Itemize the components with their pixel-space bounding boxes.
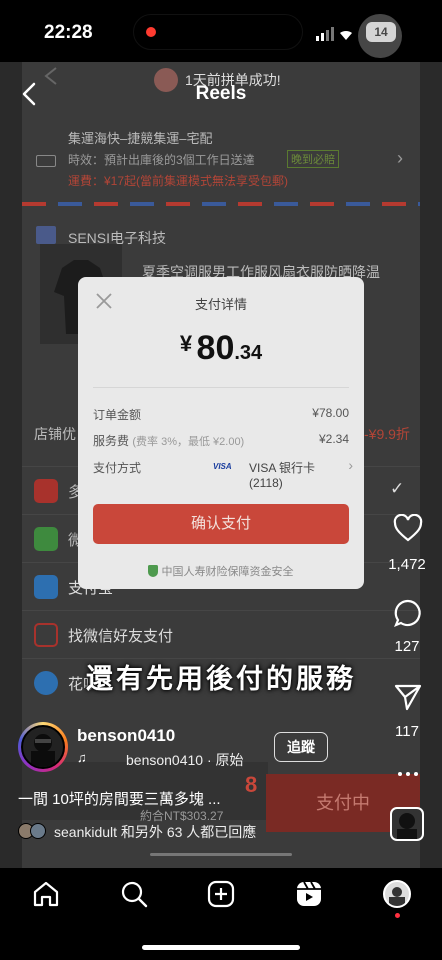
- profile-avatar-icon: [389, 887, 405, 906]
- pay-method-row: 找微信好友支付: [22, 610, 420, 658]
- comment-count: 127: [394, 638, 420, 655]
- divider: [93, 387, 349, 388]
- modal-title: 支付详情: [194, 297, 247, 312]
- shield-icon: [148, 565, 159, 577]
- heart-icon: [393, 513, 423, 542]
- share-count: 117: [395, 723, 419, 740]
- check-icon: ✓: [390, 479, 405, 498]
- send-icon: [394, 684, 422, 711]
- share-button[interactable]: [393, 682, 423, 712]
- late-compensation-badge: 晚到必賠: [287, 150, 339, 168]
- notification-dot: [395, 913, 400, 918]
- follow-button[interactable]: 追蹤: [274, 732, 328, 762]
- home-indicator: [142, 945, 300, 950]
- home-icon: [33, 881, 59, 907]
- like-count: 1,472: [388, 556, 426, 573]
- wechat-pay-icon: [34, 527, 58, 551]
- payment-details-modal: 支付详情 ¥ 80.34 订单金额 ¥78.00 服务费 (费率 3%，最低 ¥…: [78, 277, 364, 589]
- alipay-icon: [34, 575, 58, 599]
- assistive-touch-button[interactable]: [358, 14, 402, 58]
- recording-indicator: [146, 27, 156, 37]
- music-icon: ♫: [77, 750, 87, 765]
- audio-thumbnail[interactable]: [390, 807, 424, 841]
- visa-icon: VISA: [213, 462, 232, 471]
- more-icon: [398, 772, 418, 776]
- add-post-icon: [207, 880, 235, 908]
- status-time: 22:28: [44, 22, 93, 43]
- nav-profile[interactable]: [383, 880, 411, 908]
- reels-icon: [297, 881, 321, 906]
- amount-display: ¥ 80.34: [179, 329, 263, 367]
- shipping-fee: 運費：¥17起(當前集運模式無法享受包郵): [68, 174, 289, 188]
- pay-price-partial: 8: [245, 772, 258, 797]
- chevron-right-icon: ›: [348, 457, 353, 473]
- reply-avatars: [18, 823, 50, 839]
- nav-create[interactable]: [207, 880, 235, 908]
- comment-icon: [394, 599, 421, 627]
- video-subtitle: 還有先用後付的服務: [86, 664, 356, 694]
- duoduo-pay-icon: [34, 479, 58, 503]
- nav-home[interactable]: [32, 880, 60, 908]
- signal-wifi-icon: [316, 27, 352, 41]
- friend-pay-icon: [34, 623, 58, 647]
- shipping-title: 集運海快‒捷競集運‒宅配: [68, 131, 213, 146]
- search-icon: [121, 881, 148, 908]
- author-avatar[interactable]: [18, 722, 68, 772]
- comment-button[interactable]: [393, 598, 423, 628]
- shop-icon: [36, 226, 56, 244]
- shipping-icon: [36, 155, 56, 167]
- like-button[interactable]: [393, 513, 423, 544]
- confirm-pay-button[interactable]: 确认支付: [93, 504, 349, 544]
- page-title: Reels: [195, 83, 247, 104]
- audio-label[interactable]: benson0410 · 原始: [126, 750, 244, 770]
- chevron-right-icon: ›: [397, 148, 403, 168]
- more-options-button[interactable]: [394, 764, 422, 784]
- nav-reels[interactable]: [295, 880, 323, 908]
- author-username[interactable]: benson0410: [77, 726, 175, 746]
- replies-summary[interactable]: seankidult 和另外 63 人都已回應: [54, 822, 256, 842]
- video-progress[interactable]: [150, 853, 292, 856]
- security-note: 中国人寿财险保障资金安全: [78, 563, 364, 579]
- dynamic-island: [133, 14, 303, 50]
- order-amount-row: 订单金额 ¥78.00: [93, 406, 349, 422]
- service-fee-row: 服务费 (费率 3%，最低 ¥2.00) ¥2.34: [93, 432, 349, 448]
- payment-method-row[interactable]: 支付方式 VISA VISA 银行卡 (2118) ›: [93, 457, 353, 490]
- shop-discount-label: 店铺优: [34, 426, 76, 442]
- address-divider: [22, 202, 420, 206]
- shop-discount-value: -¥9.9折: [364, 426, 410, 442]
- shipping-time: 時效：預計出庫後的3個工作日送達: [68, 153, 255, 167]
- status-bar: 22:28 14: [0, 0, 442, 62]
- reel-caption[interactable]: 一間 10坪的房間要三萬多塊 ...: [18, 788, 221, 809]
- nav-search[interactable]: [120, 880, 148, 908]
